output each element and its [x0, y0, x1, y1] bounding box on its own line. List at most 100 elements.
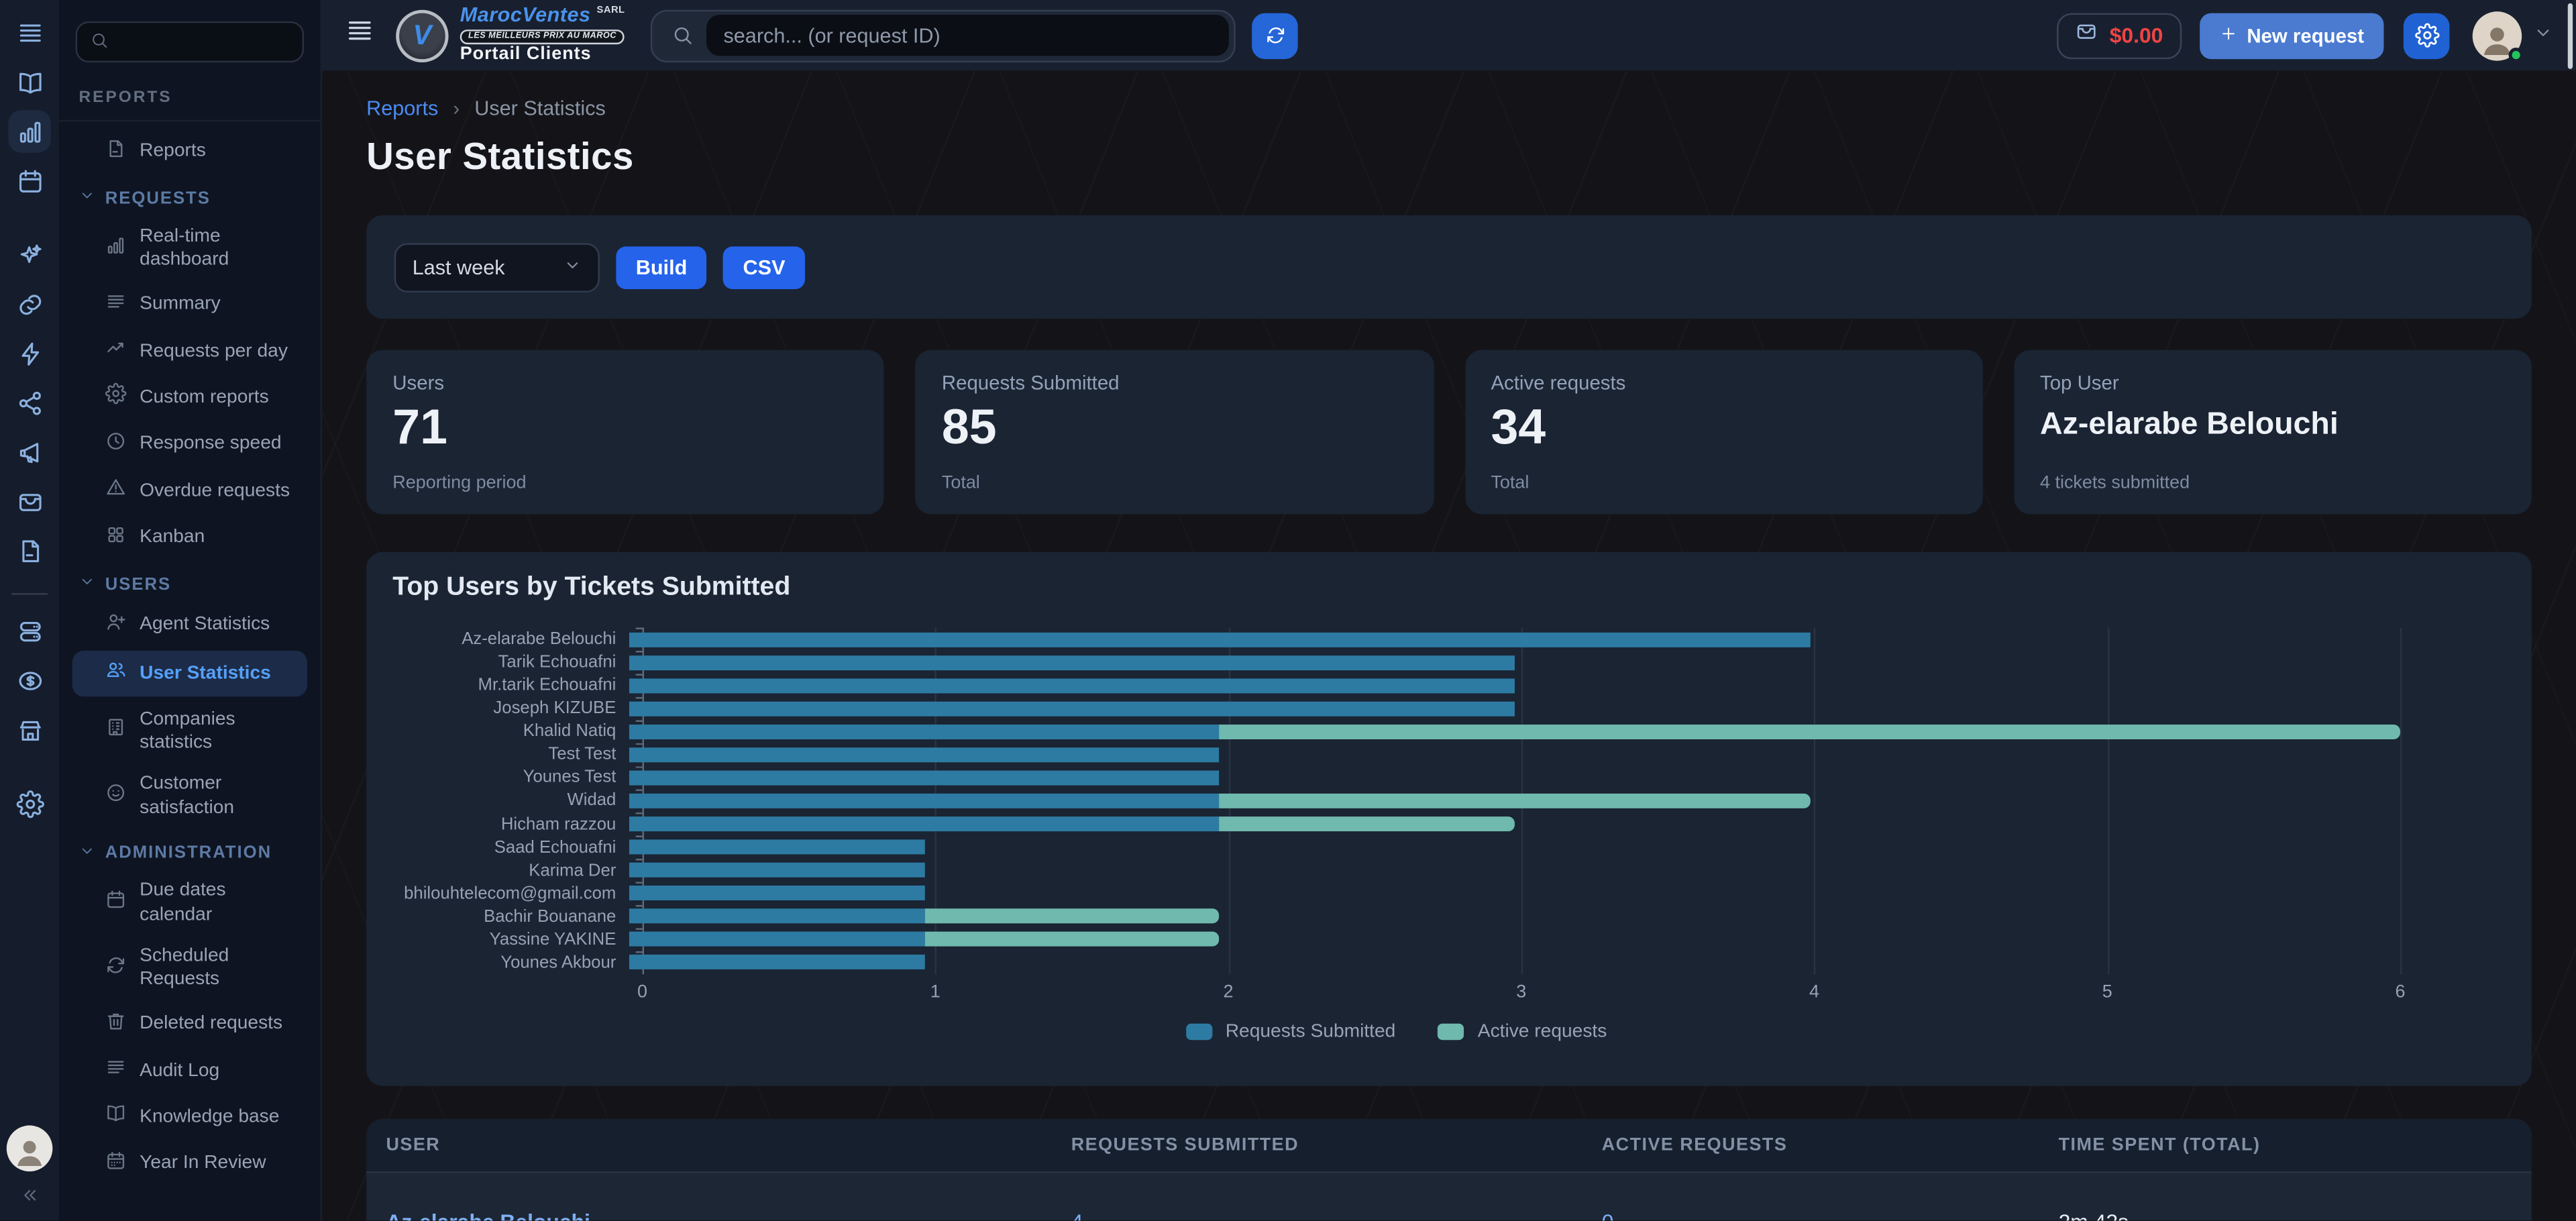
sidebar-group-users[interactable]: USERS [59, 561, 320, 602]
sidebar-item-due-dates-calendar[interactable]: Due dates calendar [59, 870, 320, 935]
bar-active-requests[interactable] [1220, 816, 1515, 831]
global-search-input[interactable] [707, 15, 1230, 56]
settings-button[interactable] [2404, 12, 2450, 58]
rail-icon-file-text[interactable] [8, 529, 51, 572]
bar-requests-submitted[interactable] [629, 632, 1810, 647]
scrollbar-thumb[interactable] [2568, 3, 2573, 69]
rail-icon-book-open[interactable] [8, 61, 51, 104]
rail-icon-megaphone[interactable] [8, 431, 51, 474]
breadcrumb-link-reports[interactable]: Reports [366, 97, 438, 119]
bar-requests-submitted[interactable] [629, 840, 924, 855]
sidebar-section-label: REPORTS [59, 72, 320, 121]
app-window: REPORTSReportsREQUESTSReal-time dashboar… [0, 0, 2576, 1221]
bar-requests-submitted[interactable] [629, 770, 1220, 785]
sidebar-item-deleted-requests[interactable]: Deleted requests [59, 1001, 320, 1047]
sidebar-item-customer-satisfaction[interactable]: Customer satisfaction [59, 763, 320, 829]
legend-item[interactable]: Active requests [1438, 1022, 1607, 1041]
sidebar-item-audit-log[interactable]: Audit Log [59, 1047, 320, 1094]
bar-requests-submitted[interactable] [629, 816, 1220, 831]
rail-icon-menu-lines[interactable] [8, 11, 51, 54]
user-menu[interactable] [2473, 11, 2553, 60]
table-column-header: REQUESTS SUBMITTED [1071, 1135, 1602, 1155]
refresh-button[interactable] [1252, 12, 1299, 58]
rail-icon-calendar[interactable] [8, 160, 51, 203]
bar-active-requests[interactable] [924, 932, 1220, 947]
trend-up-icon [105, 337, 127, 366]
rail-icon-gear[interactable] [8, 782, 51, 825]
bar-requests-submitted[interactable] [629, 863, 924, 878]
sidebar-group-requests[interactable]: REQUESTS [59, 175, 320, 216]
avatar[interactable] [2473, 11, 2522, 60]
sidebar-item-kanban[interactable]: Kanban [59, 515, 320, 561]
chart-x-axis: 0123456 [643, 982, 2400, 1007]
rail-icon-sparkles[interactable] [8, 233, 51, 276]
lines-icon [105, 290, 127, 319]
bar-requests-submitted[interactable] [629, 724, 1220, 739]
bar-requests-submitted[interactable] [629, 678, 1515, 693]
stat-cards: Users 71 Reporting period Requests Submi… [366, 350, 2532, 515]
sidebar-item-real-time-dashboard[interactable]: Real-time dashboard [59, 216, 320, 281]
csv-button[interactable]: CSV [723, 246, 805, 288]
bar-requests-submitted[interactable] [629, 909, 924, 924]
rail-avatar[interactable] [7, 1126, 53, 1172]
bar-requests-submitted[interactable] [629, 655, 1515, 670]
bar-active-requests[interactable] [924, 909, 1220, 924]
sidebar-item-reports[interactable]: Reports [59, 128, 320, 174]
sidebar-item-custom-reports[interactable]: Custom reports [59, 374, 320, 421]
sidebar-item-year-in-review[interactable]: Year In Review [59, 1140, 320, 1187]
table-cell-user-link[interactable]: Az-elarabe Belouchi [386, 1208, 1071, 1220]
global-search[interactable] [651, 9, 1236, 61]
bar-requests-submitted[interactable] [629, 794, 1220, 808]
table-cell-requests-submitted[interactable]: 4 [1071, 1208, 1602, 1220]
build-button[interactable]: Build [616, 246, 706, 288]
hamburger-menu-icon[interactable] [345, 16, 374, 54]
sidebar-item-scheduled-requests[interactable]: Scheduled Requests [59, 935, 320, 1000]
rail-icon-wallet[interactable] [8, 480, 51, 523]
bar-requests-submitted[interactable] [629, 886, 924, 901]
chart-row: Younes Akbour [392, 951, 2400, 974]
sidebar-search[interactable] [76, 21, 304, 62]
bar-requests-submitted[interactable] [629, 932, 924, 947]
stat-card-users: Users 71 Reporting period [366, 350, 884, 515]
rail-icon-dollar-coin[interactable] [8, 659, 51, 702]
kanban-grid-icon [105, 523, 127, 552]
icon-rail [0, 0, 59, 1221]
bar-requests-submitted[interactable] [629, 955, 924, 970]
bar-active-requests[interactable] [1220, 724, 2400, 739]
table-cell-active-requests[interactable]: 0 [1602, 1208, 2059, 1220]
balance-chip[interactable]: $0.00 [2057, 12, 2181, 58]
rail-icon-lightning[interactable] [8, 332, 51, 375]
rail-icon-storefront[interactable] [8, 708, 51, 751]
filter-bar: Last week Build CSV [366, 215, 2532, 319]
sidebar-item-response-speed[interactable]: Response speed [59, 421, 320, 468]
sidebar-item-user-statistics[interactable]: User Statistics [72, 650, 307, 696]
axis-tick-label: 0 [637, 982, 647, 1002]
chart-row: bhilouhtelecom@gmail.com [392, 882, 2400, 904]
content-area: Reports › User Statistics User Statistic… [322, 70, 2576, 1220]
logo-subtitle: Portail Clients [460, 46, 625, 65]
rail-icon-share-nodes[interactable] [8, 381, 51, 424]
period-select[interactable]: Last week [394, 242, 600, 291]
bar-requests-submitted[interactable] [629, 747, 1220, 762]
sidebar-item-knowledge-base[interactable]: Knowledge base [59, 1094, 320, 1140]
chart-category-label: Khalid Natiq [392, 722, 629, 741]
new-request-button[interactable]: New request [2199, 12, 2383, 58]
sidebar-group-administration[interactable]: ADMINISTRATION [59, 829, 320, 870]
sidebar-item-agent-statistics[interactable]: Agent Statistics [59, 602, 320, 648]
sidebar-item-companies-statistics[interactable]: Companies statistics [59, 698, 320, 763]
bar-requests-submitted[interactable] [629, 701, 1515, 716]
sidebar-item-overdue-requests[interactable]: Overdue requests [59, 468, 320, 514]
chevron-down-icon[interactable] [2533, 21, 2553, 50]
chart-row: Yassine YAKINE [392, 928, 2400, 951]
rail-icon-link[interactable] [8, 282, 51, 325]
gear-icon [105, 384, 127, 413]
sidebar-item-requests-per-day[interactable]: Requests per day [59, 328, 320, 374]
bar-active-requests[interactable] [1220, 794, 1810, 808]
table-body: Az-elarabe Belouchi402m 42s [366, 1173, 2532, 1221]
legend-item[interactable]: Requests Submitted [1186, 1022, 1395, 1041]
rail-icon-bar-chart[interactable] [8, 110, 51, 153]
sidebar-search-input[interactable] [118, 32, 289, 52]
sidebar-item-summary[interactable]: Summary [59, 281, 320, 327]
rail-icon-server[interactable] [8, 610, 51, 653]
collapse-sidebar-icon[interactable] [19, 1185, 40, 1214]
